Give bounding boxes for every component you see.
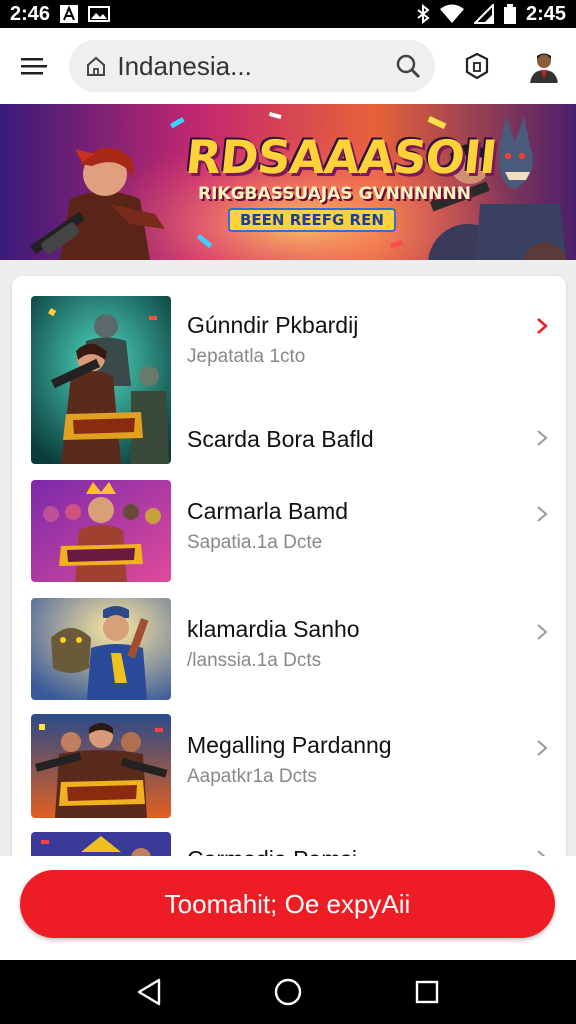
user-avatar-icon — [526, 49, 560, 83]
search-bar[interactable] — [69, 40, 436, 92]
battery-icon — [503, 4, 516, 24]
home-circle-icon — [274, 978, 302, 1006]
shopping-bag-icon — [465, 52, 489, 80]
list-item-subtitle: /lanssia.1a Dcts — [187, 650, 322, 671]
banner-subtitle: RIKGBASSUAJAS GVNNNNNN — [198, 184, 471, 204]
list-item-subtitle: Jepatatla 1cto — [187, 346, 306, 367]
game-thumbnail — [31, 714, 171, 818]
chevron-right-icon — [537, 740, 548, 756]
navigation-bar — [0, 960, 576, 1024]
signal-icon — [473, 4, 494, 24]
chevron-right-icon — [537, 506, 548, 522]
recents-square-icon — [415, 980, 438, 1004]
search-icon[interactable] — [395, 53, 421, 79]
back-triangle-icon — [138, 978, 161, 1006]
notification-a-icon — [60, 5, 79, 23]
game-art-warm — [31, 598, 171, 700]
list-item-subtitle: Aapatkr1a Dcts — [187, 766, 317, 787]
chevron-right-icon — [537, 318, 548, 334]
avatar[interactable] — [526, 49, 560, 83]
shopping-bag-button[interactable] — [457, 46, 496, 86]
chevron-right-icon — [537, 624, 548, 640]
list-item-title: Carmarla Bamd — [187, 498, 349, 524]
banner-title: RDSAAASOII — [183, 130, 499, 184]
game-thumbnail — [31, 598, 171, 700]
status-right: 2:45 — [416, 3, 566, 26]
list-item-subtitle: Sapatia.1a Dcte — [187, 532, 323, 553]
game-art-orange — [31, 714, 171, 818]
list-item[interactable]: Scarda Bora Bafld — [12, 412, 566, 464]
bottom-cta-area: Toomahit; Oe expyAii — [0, 856, 576, 960]
banner-tag: BEEN REEFG REN — [228, 208, 396, 232]
search-input[interactable] — [117, 50, 396, 82]
home-icon — [87, 56, 106, 76]
primary-cta-button[interactable]: Toomahit; Oe expyAii — [20, 870, 555, 938]
back-button[interactable] — [129, 972, 169, 1012]
list-item-title: Gúnndir Pkbardij — [187, 312, 359, 338]
list-item[interactable]: Carmarla Bamd Sapatia.1a Dcte — [12, 480, 566, 588]
list-item[interactable]: klamardia Sanho /lanssia.1a Dcts — [12, 598, 566, 706]
promo-banner[interactable]: RDSAAASOII RIKGBASSUAJAS GVNNNNNN BEEN R… — [0, 104, 576, 260]
status-left: 2:46 — [10, 2, 111, 26]
list-item-title: klamardia Sanho — [187, 616, 360, 642]
wifi-icon — [439, 4, 464, 24]
menu-button[interactable] — [16, 48, 51, 84]
gallery-notification-icon — [88, 6, 111, 22]
home-button[interactable] — [268, 972, 308, 1012]
list-item[interactable]: Megalling Pardanng Aapatkr1a Dcts — [12, 714, 566, 822]
status-time-left: 2:46 — [10, 2, 51, 25]
chevron-right-icon — [537, 430, 548, 446]
recents-button[interactable] — [407, 972, 447, 1012]
game-list-card: Gúnndir Pkbardij Jepatatla 1cto Scarda B… — [12, 276, 566, 876]
game-thumbnail — [31, 480, 171, 582]
game-art-purple — [31, 480, 171, 582]
list-item-title: Megalling Pardanng — [187, 732, 392, 758]
app-bar — [0, 28, 576, 104]
status-bar: 2:46 2:45 — [0, 0, 576, 28]
hamburger-icon — [20, 58, 47, 75]
status-time-right: 2:45 — [525, 2, 566, 25]
bluetooth-icon — [416, 4, 430, 24]
list-item-title: Scarda Bora Bafld — [187, 426, 374, 452]
